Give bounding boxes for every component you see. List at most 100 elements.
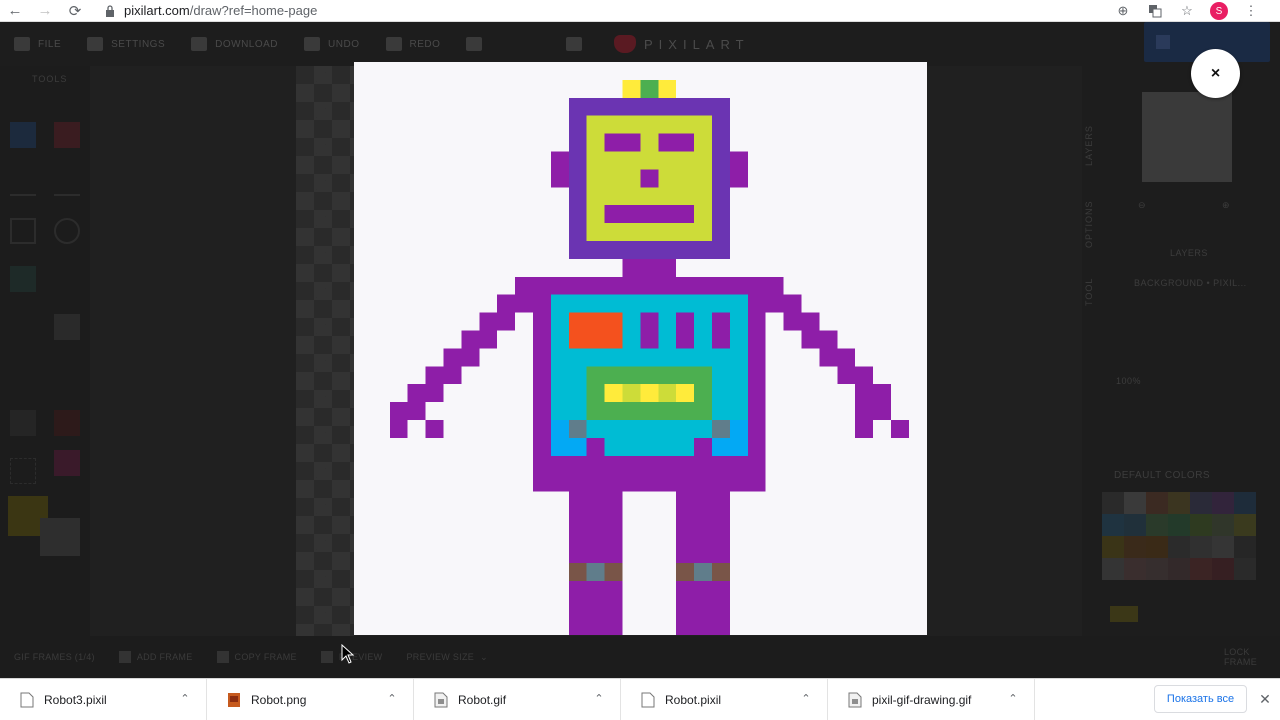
robot-pixel [389, 420, 408, 438]
dither-tool[interactable] [10, 410, 36, 436]
downloads-shelf: Robot3.pixil ⌃ Robot.png ⌃ Robot.gif ⌃ R… [0, 678, 1280, 720]
swatch[interactable] [1146, 558, 1168, 580]
swatch[interactable] [1212, 558, 1234, 580]
robot-pixel [568, 312, 623, 349]
move-tool[interactable] [10, 314, 36, 340]
swatch[interactable] [1190, 536, 1212, 558]
current-color-chip[interactable] [1110, 606, 1138, 622]
download-item[interactable]: Robot3.pixil ⌃ [0, 678, 207, 720]
swatch[interactable] [1146, 514, 1168, 536]
lock-frame-button[interactable]: LOCK FRAME [1224, 647, 1270, 667]
swatch[interactable] [1146, 536, 1168, 558]
text-tool[interactable] [10, 362, 36, 388]
tools-panel: TOOLS [0, 66, 90, 636]
swatch[interactable] [1234, 492, 1256, 514]
robot-pixel [694, 563, 712, 582]
robot-pixel [658, 133, 695, 152]
swatch[interactable] [1102, 514, 1124, 536]
bookmark-star-icon[interactable]: ☆ [1178, 2, 1196, 20]
reload-button[interactable]: ⟳ [60, 0, 90, 22]
eyedropper-tool[interactable] [54, 266, 80, 292]
swatch[interactable] [1124, 536, 1146, 558]
swatch[interactable] [1234, 558, 1256, 580]
gif-preview-canvas [354, 62, 927, 635]
swatch[interactable] [1124, 492, 1146, 514]
robot-pixel [407, 384, 444, 403]
show-all-downloads-button[interactable]: Показать все [1154, 685, 1247, 713]
install-icon[interactable]: ⊕ [1114, 2, 1132, 20]
swatch[interactable] [1124, 514, 1146, 536]
swatch[interactable] [1102, 492, 1124, 514]
file-label: FILE [38, 38, 62, 50]
lock-icon [104, 4, 116, 18]
chevron-up-icon[interactable]: ⌃ [799, 692, 813, 706]
swatch[interactable] [1168, 536, 1190, 558]
add-frame-button[interactable]: ADD FRAME [118, 651, 193, 663]
file-menu[interactable]: FILE [14, 37, 61, 51]
swatch[interactable] [1190, 514, 1212, 536]
copy-frame-button[interactable]: COPY FRAME [216, 651, 297, 663]
swatch[interactable] [1190, 492, 1212, 514]
select-tool[interactable] [54, 314, 80, 340]
forward-button[interactable]: → [30, 0, 60, 22]
swatch[interactable] [1168, 492, 1190, 514]
swatch[interactable] [1212, 536, 1234, 558]
menu-dots-icon[interactable]: ⋮ [1242, 2, 1260, 20]
back-button[interactable]: ← [0, 0, 30, 22]
swatch[interactable] [1168, 514, 1190, 536]
redo-icon [385, 37, 402, 51]
swatch[interactable] [1190, 558, 1212, 580]
shade-tool[interactable] [54, 362, 80, 388]
close-shelf-icon[interactable]: ✕ [1256, 689, 1274, 709]
settings-menu[interactable]: SETTINGS [87, 37, 165, 51]
url-field[interactable]: pixilart.com/draw?ref=home-page [124, 3, 317, 18]
swatch[interactable] [1102, 558, 1124, 580]
monitor-button[interactable] [466, 37, 483, 51]
swatch[interactable] [1124, 558, 1146, 580]
gif-file-icon [848, 692, 862, 707]
zoom-out-icon[interactable]: ⊖ [1138, 200, 1146, 211]
swatch[interactable] [1212, 492, 1234, 514]
download-item[interactable]: Robot.gif ⌃ [414, 678, 621, 720]
robot-pixel [604, 133, 641, 152]
hamburger-menu[interactable] [566, 37, 583, 51]
close-preview-button[interactable]: × [1191, 49, 1240, 98]
download-menu[interactable]: DOWNLOAD [191, 37, 278, 51]
chevron-up-icon[interactable]: ⌃ [385, 692, 399, 706]
circle-tool[interactable] [54, 218, 80, 244]
line-tool[interactable] [54, 170, 80, 196]
profile-avatar[interactable]: S [1210, 2, 1228, 20]
redo-button[interactable]: REDO [385, 37, 441, 51]
color-swatch-tool[interactable] [54, 450, 80, 476]
tab-tool[interactable]: TOOL [1084, 266, 1100, 306]
swatch[interactable] [1168, 558, 1190, 580]
undo-button[interactable]: UNDO [304, 37, 359, 51]
preview-size-select[interactable]: PREVIEW SIZE ⌄ [406, 652, 487, 663]
download-item[interactable]: Robot.png ⌃ [207, 678, 414, 720]
tools-label: TOOLS [32, 74, 68, 84]
pen-tool[interactable] [10, 170, 36, 196]
zoom-in-icon[interactable]: ⊕ [1222, 200, 1230, 211]
eraser-tool[interactable] [54, 122, 80, 148]
replace-tool[interactable] [54, 410, 80, 436]
tab-layers[interactable]: LAYERS [1084, 106, 1100, 166]
download-item[interactable]: Robot.pixil ⌃ [621, 678, 828, 720]
tab-options[interactable]: OPTIONS [1084, 184, 1100, 248]
chevron-up-icon[interactable]: ⌃ [592, 692, 606, 706]
secondary-color[interactable] [40, 518, 80, 556]
chevron-up-icon[interactable]: ⌃ [1006, 692, 1020, 706]
swatch[interactable] [1234, 514, 1256, 536]
layer-row[interactable]: BACKGROUND • PIXIL... [1134, 278, 1247, 288]
swatch[interactable] [1102, 536, 1124, 558]
swatch[interactable] [1146, 492, 1168, 514]
pencil-tool[interactable] [10, 122, 36, 148]
default-colors-label[interactable]: DEFAULT COLORS [1114, 470, 1210, 481]
rectangle-tool[interactable] [10, 218, 36, 244]
download-item[interactable]: pixil-gif-drawing.gif ⌃ [828, 678, 1035, 720]
marquee-tool[interactable] [10, 458, 36, 484]
chevron-up-icon[interactable]: ⌃ [178, 692, 192, 706]
bucket-tool[interactable] [10, 266, 36, 292]
translate-icon[interactable] [1146, 2, 1164, 20]
swatch[interactable] [1234, 536, 1256, 558]
swatch[interactable] [1212, 514, 1234, 536]
